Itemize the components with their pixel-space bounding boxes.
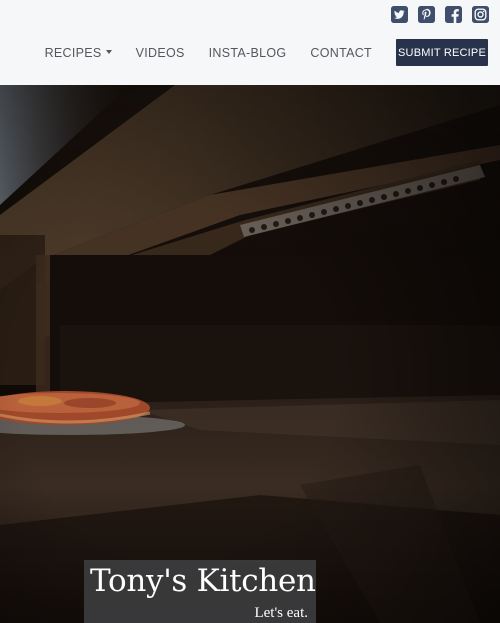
nav-contact[interactable]: CONTACT <box>310 39 372 66</box>
nav-recipes[interactable]: RECIPES <box>45 39 112 66</box>
social-links <box>391 6 489 23</box>
hero-image <box>0 85 500 623</box>
submit-recipe-button[interactable]: SUBMIT RECIPE <box>396 39 488 66</box>
site-tagline: Let's eat. <box>254 605 308 621</box>
main-nav: RECIPES VIDEOS INSTA-BLOG CONTACT SUBMIT… <box>45 39 488 66</box>
facebook-icon[interactable] <box>445 6 462 23</box>
chevron-down-icon <box>105 49 112 54</box>
nav-videos[interactable]: VIDEOS <box>136 39 185 66</box>
twitter-icon[interactable] <box>391 6 408 23</box>
instagram-icon[interactable] <box>472 6 489 23</box>
pinterest-icon[interactable] <box>418 6 435 23</box>
site-title: Tony's Kitchen <box>90 563 316 599</box>
nav-recipes-label: RECIPES <box>44 45 102 60</box>
nav-insta-blog[interactable]: INSTA-BLOG <box>209 39 287 66</box>
site-header: RECIPES VIDEOS INSTA-BLOG CONTACT SUBMIT… <box>0 0 500 85</box>
brand-banner[interactable]: Tony's Kitchen Let's eat. <box>84 560 316 623</box>
pizza-oven-photo <box>0 85 500 623</box>
